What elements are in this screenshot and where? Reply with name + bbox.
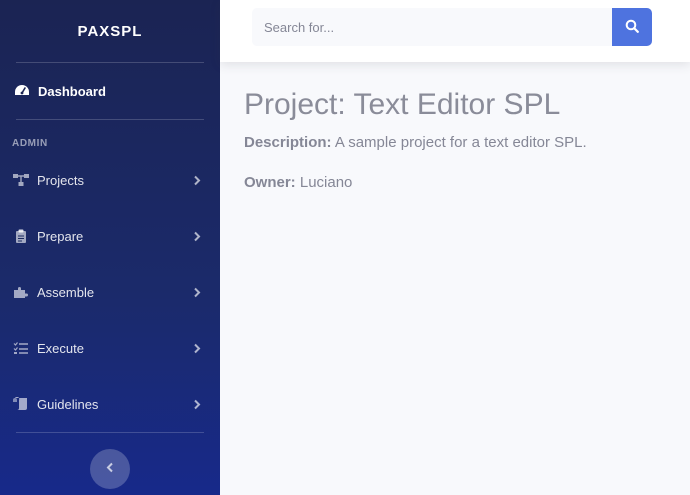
scroll-icon [11,395,31,413]
sidebar-item-projects[interactable]: Projects [0,152,220,208]
sidebar-item-label: Dashboard [38,83,106,99]
chevron-right-icon [192,230,202,242]
sidebar-item-prepare[interactable]: Prepare [0,208,220,264]
tachometer-icon [13,82,31,100]
clipboard-icon [11,227,31,245]
owner-label: Owner: [244,174,296,191]
sidebar-item-execute[interactable]: Execute [0,320,220,376]
tasks-icon [11,339,31,357]
sidebar-item-guidelines[interactable]: Guidelines [0,376,220,432]
chevron-right-icon [192,174,202,186]
page-title: Project: Text Editor SPL [244,88,561,121]
chevron-right-icon [192,398,202,410]
sidebar-item-label: Assemble [37,284,95,300]
description-label: Description: [244,134,332,151]
chevron-right-icon [192,286,202,298]
description-value: A sample project for a text editor SPL. [334,134,587,151]
search-button[interactable] [612,8,652,46]
sidebar-item-label: Projects [37,172,84,188]
sidebar-item-dashboard[interactable]: Dashboard [0,63,220,119]
sidebar-toggle-button[interactable] [90,449,130,489]
sidebar-section-heading: ADMIN [12,138,48,149]
owner-value: Luciano [299,174,353,191]
search-icon [625,19,639,36]
project-description: Description: A sample project for a text… [244,134,684,152]
chevron-right-icon [192,342,202,354]
brand-logo[interactable]: PAXSPL [0,0,220,62]
sidebar-item-label: Guidelines [37,396,99,412]
sidebar-item-label: Prepare [37,228,84,244]
chevron-left-icon [106,460,114,478]
topbar [220,0,690,62]
sidebar-item-label: Execute [37,340,84,356]
main-content: Project: Text Editor SPL Description: A … [244,86,684,214]
sidebar: PAXSPL Dashboard ADMIN Projects Prepare … [0,0,220,495]
sitemap-icon [11,171,31,189]
search-form [252,8,652,46]
sidebar-item-assemble[interactable]: Assemble [0,264,220,320]
project-owner: Owner: Luciano [244,174,684,192]
puzzle-icon [11,283,31,301]
search-input[interactable] [252,8,612,46]
sidebar-toggle-container [0,433,220,489]
